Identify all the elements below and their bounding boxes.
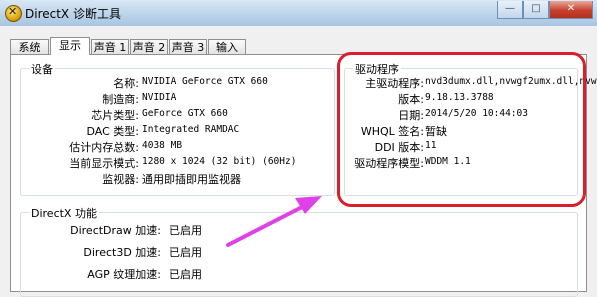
arrow-head bbox=[295, 196, 322, 214]
arrow-shaft bbox=[226, 203, 308, 247]
pointer-arrow bbox=[226, 196, 322, 247]
